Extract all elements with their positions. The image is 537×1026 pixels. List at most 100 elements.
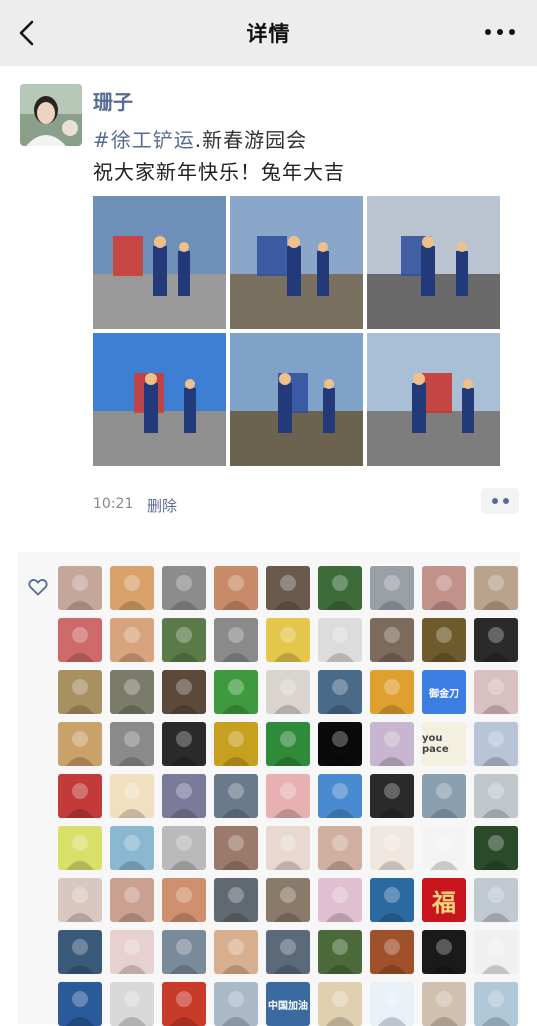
liker-avatar[interactable]: [110, 618, 154, 662]
liker-avatar[interactable]: [214, 618, 258, 662]
liker-avatar[interactable]: [110, 826, 154, 870]
liker-avatar[interactable]: [370, 930, 414, 974]
liker-avatar[interactable]: [110, 982, 154, 1026]
liker-avatar[interactable]: [318, 930, 362, 974]
liker-avatar[interactable]: [58, 566, 102, 610]
liker-avatar[interactable]: [214, 878, 258, 922]
liker-avatar[interactable]: [318, 826, 362, 870]
post-photo[interactable]: [93, 196, 226, 329]
liker-avatar[interactable]: [214, 566, 258, 610]
liker-avatar[interactable]: [474, 722, 518, 766]
post-text-line-2: 祝大家新年快乐！兔年大吉: [93, 160, 345, 184]
delete-link[interactable]: 删除: [147, 495, 177, 516]
liker-avatar[interactable]: [370, 722, 414, 766]
liker-avatar[interactable]: [474, 618, 518, 662]
liker-avatar[interactable]: [214, 826, 258, 870]
liker-avatar[interactable]: [110, 774, 154, 818]
liker-avatar[interactable]: [266, 566, 310, 610]
liker-avatar[interactable]: [474, 826, 518, 870]
avatar-text: 福: [432, 888, 456, 917]
liker-avatar[interactable]: [318, 566, 362, 610]
liker-avatar[interactable]: [162, 930, 206, 974]
liker-avatar[interactable]: [162, 774, 206, 818]
liker-avatar[interactable]: [110, 930, 154, 974]
liker-avatar[interactable]: [110, 722, 154, 766]
liker-avatar[interactable]: [110, 566, 154, 610]
back-button[interactable]: [14, 17, 42, 49]
liker-avatar[interactable]: [474, 566, 518, 610]
post-photo[interactable]: [230, 333, 363, 466]
liker-avatar[interactable]: [162, 618, 206, 662]
liker-avatar[interactable]: [318, 982, 362, 1026]
liker-avatar[interactable]: [266, 930, 310, 974]
post-topic-tag[interactable]: #徐工铲运: [93, 128, 195, 152]
liker-avatar[interactable]: [474, 878, 518, 922]
post-photo[interactable]: [367, 196, 500, 329]
liker-avatar[interactable]: [318, 774, 362, 818]
liker-avatar[interactable]: [422, 982, 466, 1026]
liker-avatar[interactable]: [370, 566, 414, 610]
liker-avatar[interactable]: [266, 878, 310, 922]
liker-avatar[interactable]: [266, 618, 310, 662]
liker-avatar[interactable]: [370, 618, 414, 662]
liker-avatar[interactable]: [214, 722, 258, 766]
liker-avatar[interactable]: [474, 930, 518, 974]
liker-avatar[interactable]: [370, 878, 414, 922]
liker-avatar[interactable]: 福: [422, 878, 466, 922]
liker-avatar[interactable]: [58, 670, 102, 714]
liker-avatar[interactable]: [214, 670, 258, 714]
author-name[interactable]: 珊子: [93, 86, 133, 115]
post-time: 10:21: [93, 496, 134, 512]
liker-avatar[interactable]: [266, 826, 310, 870]
liker-avatar[interactable]: [162, 826, 206, 870]
liker-avatar[interactable]: [58, 930, 102, 974]
liker-avatar[interactable]: [318, 618, 362, 662]
liker-avatar[interactable]: [58, 826, 102, 870]
liker-avatar[interactable]: [474, 670, 518, 714]
likes-panel: 御金刀 you pace 福中国加油: [18, 552, 520, 1026]
liker-avatar[interactable]: [422, 930, 466, 974]
liker-avatar[interactable]: [318, 670, 362, 714]
liker-avatar[interactable]: [214, 774, 258, 818]
liker-avatar[interactable]: [162, 670, 206, 714]
liker-avatar[interactable]: [162, 982, 206, 1026]
liker-avatar[interactable]: [58, 722, 102, 766]
liker-avatar[interactable]: [370, 774, 414, 818]
liker-avatar[interactable]: [58, 618, 102, 662]
liker-avatar[interactable]: [370, 826, 414, 870]
liker-avatar[interactable]: 中国加油: [266, 982, 310, 1026]
liker-avatar[interactable]: [58, 774, 102, 818]
liker-avatar[interactable]: [266, 670, 310, 714]
liker-avatar[interactable]: [422, 566, 466, 610]
liker-avatar[interactable]: [214, 982, 258, 1026]
liker-avatar[interactable]: [422, 826, 466, 870]
liker-avatar[interactable]: [422, 618, 466, 662]
post-text-line-1: #徐工铲运.新春游园会: [93, 124, 307, 153]
author-avatar[interactable]: [20, 84, 82, 146]
liker-avatar[interactable]: 御金刀: [422, 670, 466, 714]
liker-avatar[interactable]: [162, 566, 206, 610]
liker-avatar[interactable]: [474, 774, 518, 818]
liker-avatar[interactable]: [422, 774, 466, 818]
liker-avatar[interactable]: [474, 982, 518, 1026]
liker-avatar[interactable]: [266, 774, 310, 818]
liker-avatar[interactable]: [266, 722, 310, 766]
liker-avatar[interactable]: [318, 878, 362, 922]
post-photo[interactable]: [367, 333, 500, 466]
liker-avatar[interactable]: [58, 982, 102, 1026]
liker-avatar[interactable]: [370, 982, 414, 1026]
comment-button[interactable]: [481, 488, 519, 514]
liker-avatar[interactable]: [110, 670, 154, 714]
avatar-text: 中国加油: [268, 1000, 308, 1012]
liker-avatar[interactable]: you pace: [422, 722, 466, 766]
post-photo[interactable]: [93, 333, 226, 466]
post-photo[interactable]: [230, 196, 363, 329]
liker-avatar[interactable]: [110, 878, 154, 922]
liker-avatar[interactable]: [58, 878, 102, 922]
liker-avatar[interactable]: [162, 722, 206, 766]
liker-avatar[interactable]: [214, 930, 258, 974]
liker-avatar[interactable]: [318, 722, 362, 766]
more-button[interactable]: [485, 22, 515, 42]
liker-avatar[interactable]: [162, 878, 206, 922]
liker-avatar[interactable]: [370, 670, 414, 714]
